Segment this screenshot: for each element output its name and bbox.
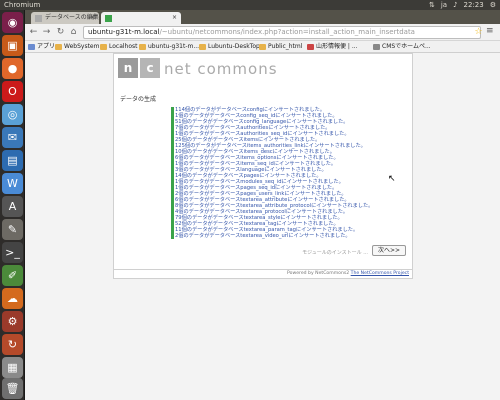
reload-icon[interactable]: ↻ [55, 27, 66, 38]
bookmark-public-html[interactable]: Public_html [259, 41, 302, 53]
close-tab-icon[interactable]: × [172, 12, 177, 24]
settings-gear-icon[interactable]: ⚙ [490, 0, 496, 10]
ubuntu-one-icon[interactable]: ☁ [2, 288, 23, 309]
system-tray: ⇅ ja ♪ 22:23 ⚙ [429, 0, 496, 10]
folder-icon [139, 44, 146, 50]
page-viewport: n c net commons データの生成 114個のデータがデータベースco… [25, 53, 500, 400]
system-top-bar: Chromium ⇅ ja ♪ 22:23 ⚙ [0, 0, 500, 10]
page-icon [373, 44, 380, 50]
network-icon[interactable]: ⇅ [429, 0, 435, 10]
footer-hint: モジュールのインストール ... [302, 250, 368, 256]
document-viewer-icon[interactable]: ▤ [2, 150, 23, 171]
insert-log: 114個のデータがデータベースconfigにインサートされました。 1個のデータが… [171, 107, 411, 239]
favicon-icon [105, 15, 112, 22]
logo-mark-c: c [140, 58, 160, 78]
thunderbird-icon[interactable]: ✉ [2, 127, 23, 148]
chromium-window: データベースの編集 × × ← → ↻ ⌂ ubuntu-g31t-m.loca… [25, 10, 500, 400]
section-title: データの生成 [120, 96, 157, 103]
apps-grid-icon [28, 44, 35, 50]
update-manager-icon[interactable]: ↻ [2, 334, 23, 355]
menu-icon[interactable]: ≡ [486, 27, 495, 36]
tab-database-edit[interactable]: データベースの編集 × [31, 12, 99, 24]
trash-icon[interactable]: 🗑 [2, 378, 23, 399]
workspace-switcher-icon[interactable]: ▦ [2, 357, 23, 378]
unity-launcher: ◉ ▣ ● O ◎ ✉ ▤ W A ✎ >_ ✐ ☁ ⚙ ↻ ▦ 🗑 [0, 10, 25, 400]
tab-active[interactable]: × [101, 12, 181, 24]
powered-by-text: Powered by NetCommons2 [287, 271, 350, 276]
header-logo: n c net commons [114, 54, 412, 82]
folder-icon [259, 44, 266, 50]
install-panel: n c net commons データの生成 114個のデータがデータベースco… [113, 53, 413, 270]
folder-icon [100, 44, 107, 50]
software-center-icon[interactable]: A [2, 196, 23, 217]
opera-icon[interactable]: O [2, 81, 23, 102]
bookmark-star-icon[interactable]: ☆ [473, 27, 484, 38]
chromium-icon[interactable]: ◎ [2, 104, 23, 125]
close-tab-icon[interactable]: × [90, 12, 95, 24]
address-bar[interactable]: ubuntu-g31t-m.local/~ubuntu/netcommons/i… [83, 26, 481, 39]
dash-home-icon[interactable]: ◉ [2, 12, 23, 33]
bookmark-yamagata-info[interactable]: 山形情報便 | ... [307, 41, 358, 53]
forward-arrow-icon[interactable]: → [41, 27, 52, 38]
url-path: /~ubuntu/netcommons/index.php?action=ins… [159, 28, 415, 36]
volume-icon[interactable]: ♪ [453, 0, 457, 10]
back-arrow-icon[interactable]: ← [28, 27, 39, 38]
mouse-pointer-icon: ↖ [388, 174, 396, 184]
logo-text: net commons [164, 60, 278, 78]
system-settings-icon[interactable]: ⚙ [2, 311, 23, 332]
project-link[interactable]: The NetCommons Project [351, 271, 409, 276]
powered-by-footer: Powered by NetCommons2 The NetCommons Pr… [113, 270, 413, 279]
files-icon[interactable]: ▣ [2, 35, 23, 56]
tab-strip: データベースの編集 × × [25, 10, 500, 24]
terminal-icon[interactable]: >_ [2, 242, 23, 263]
gimp-icon[interactable]: ✎ [2, 219, 23, 240]
text-editor-icon[interactable]: ✐ [2, 265, 23, 286]
clock[interactable]: 22:23 [464, 0, 484, 10]
bookmarks-bar: アプリ WebSystem Localhost ubuntu-g31t-m...… [25, 41, 500, 53]
log-line: 2個のデータがデータベースtextarea_video_urlにインサートされま… [171, 233, 411, 239]
active-app-title: Chromium [4, 1, 41, 9]
bookmark-cms-homepage[interactable]: CMSでホームペ... [373, 41, 431, 53]
next-button[interactable]: 次へ>> [372, 245, 406, 256]
bookmark-ubuntu-host[interactable]: ubuntu-g31t-m... [139, 41, 199, 53]
firefox-icon[interactable]: ● [2, 58, 23, 79]
page-icon [307, 44, 314, 50]
keyboard-indicator[interactable]: ja [441, 0, 447, 10]
browser-toolbar: ← → ↻ ⌂ ubuntu-g31t-m.local/~ubuntu/netc… [25, 24, 500, 41]
logo-mark-n: n [118, 58, 138, 78]
bookmark-lubuntu-desktop[interactable]: Lubuntu-DeskTop [199, 41, 260, 53]
libreoffice-writer-icon[interactable]: W [2, 173, 23, 194]
bookmark-apps[interactable]: アプリ [28, 41, 55, 53]
bookmark-websystem[interactable]: WebSystem [55, 41, 99, 53]
folder-icon [199, 44, 206, 50]
favicon-icon [35, 15, 42, 22]
url-host: ubuntu-g31t-m.local [88, 28, 160, 36]
folder-icon [55, 44, 62, 50]
bookmark-localhost[interactable]: Localhost [100, 41, 138, 53]
home-icon[interactable]: ⌂ [68, 27, 79, 38]
